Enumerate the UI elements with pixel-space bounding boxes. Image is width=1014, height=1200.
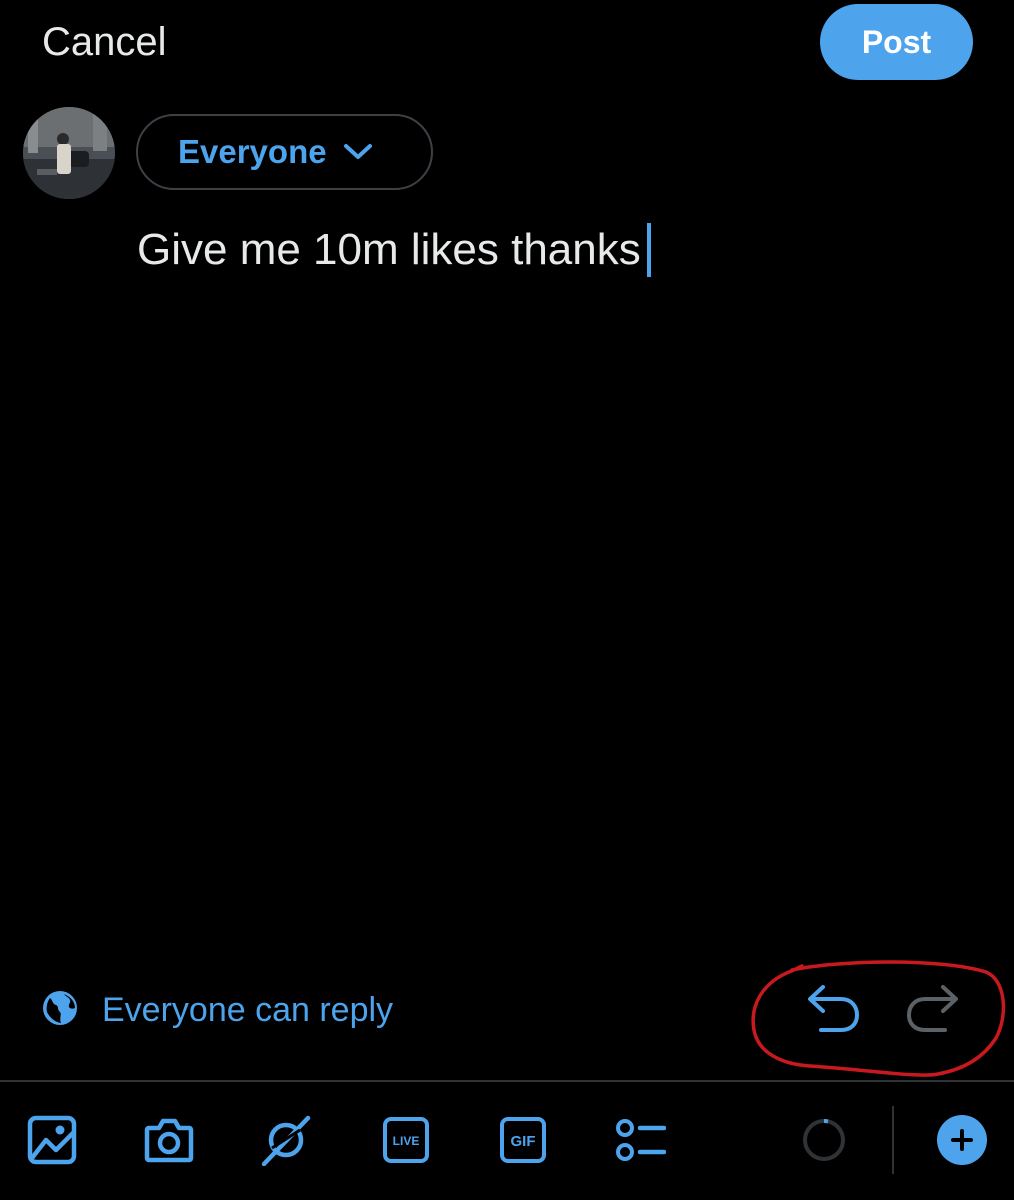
globe-icon	[42, 990, 78, 1031]
post-text: Give me 10m likes thanks	[137, 225, 641, 274]
annotation-circle	[751, 960, 1006, 1077]
camera-button[interactable]	[143, 1114, 195, 1166]
poll-button[interactable]	[614, 1114, 667, 1166]
grok-button[interactable]	[260, 1114, 312, 1167]
toolbar-separator	[892, 1106, 894, 1174]
text-caret	[646, 223, 651, 277]
poll-icon	[616, 1119, 667, 1161]
grok-icon	[261, 1115, 311, 1167]
chevron-down-icon	[343, 142, 373, 162]
plus-icon	[951, 1129, 973, 1151]
live-icon-text: LIVE	[393, 1134, 420, 1148]
post-text-input[interactable]: Give me 10m likes thanks	[137, 222, 651, 278]
character-count-indicator	[798, 1114, 850, 1166]
audience-label: Everyone	[178, 133, 327, 170]
reply-setting-button[interactable]: Everyone can reply	[42, 987, 393, 1033]
gif-icon-text: GIF	[511, 1133, 536, 1150]
gif-icon: GIF	[500, 1117, 546, 1163]
cancel-button[interactable]: Cancel	[42, 18, 167, 66]
reply-setting-label: Everyone can reply	[102, 990, 394, 1029]
undo-icon	[808, 985, 860, 1032]
camera-icon	[144, 1118, 194, 1163]
image-icon	[27, 1115, 77, 1165]
avatar-photo	[23, 107, 115, 199]
post-button[interactable]: Post	[820, 4, 973, 80]
avatar[interactable]	[23, 107, 115, 199]
toolbar-divider	[0, 1080, 1014, 1082]
live-icon: LIVE	[383, 1117, 429, 1163]
progress-ring-icon	[803, 1119, 845, 1161]
redo-icon	[906, 985, 958, 1032]
gif-button[interactable]: GIF	[497, 1114, 549, 1166]
redo-button[interactable]	[903, 983, 963, 1039]
add-post-button[interactable]	[937, 1115, 987, 1165]
add-image-button[interactable]	[26, 1114, 78, 1166]
undo-button[interactable]	[803, 983, 863, 1039]
audience-selector[interactable]: Everyone	[136, 114, 433, 190]
go-live-button[interactable]: LIVE	[380, 1114, 432, 1166]
